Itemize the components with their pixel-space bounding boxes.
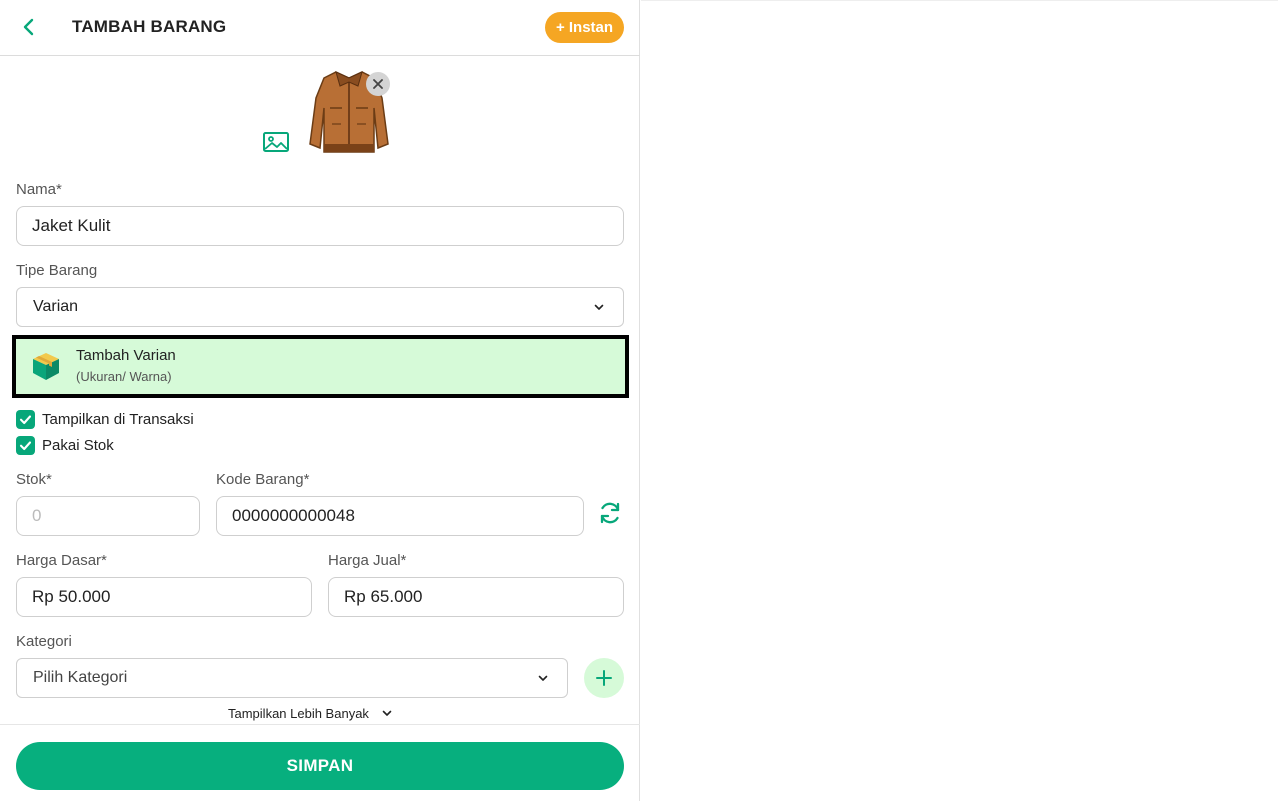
refresh-icon [600,502,620,524]
empty-detail-pane [641,0,1278,801]
kategori-label: Kategori [16,633,72,650]
checkbox-checked [16,435,35,455]
remove-image-button[interactable] [366,72,390,96]
harga-dasar-input[interactable] [16,577,312,617]
stok-label: Stok* [16,471,52,488]
plus-icon [596,670,612,686]
harga-jual-label: Harga Jual* [328,552,407,569]
footer-divider [0,724,640,725]
chevron-down-icon [538,675,548,681]
show-in-transaction-checkbox[interactable]: Tampilkan di Transaksi [16,409,194,429]
instan-button[interactable]: + Instan [545,12,624,43]
image-icon [263,132,289,152]
add-item-panel: TAMBAH BARANG + Instan Nama* Jaket Kulit… [0,0,640,801]
tipe-barang-label: Tipe Barang [16,262,98,279]
harga-jual-input[interactable] [328,577,624,617]
image-area [0,60,640,170]
nama-input[interactable] [16,206,624,246]
regenerate-code-button[interactable] [597,500,623,526]
add-variant-button[interactable]: Tambah Varian (Ukuran/ Warna) [12,335,629,398]
page-title: TAMBAH BARANG [72,17,227,36]
add-image-button[interactable] [262,130,290,154]
tipe-barang-value: Varian [33,298,79,315]
use-stock-checkbox[interactable]: Pakai Stok [16,435,114,455]
checkbox-label: Pakai Stok [42,436,114,454]
show-more-toggle[interactable]: Tampilkan Lebih Banyak [228,704,393,722]
kode-barang-label: Kode Barang* [216,471,310,488]
stok-input[interactable] [16,496,200,536]
kategori-select[interactable]: Pilih Kategori [16,658,568,698]
box-icon [33,353,59,380]
kode-barang-input[interactable] [216,496,584,536]
variant-title: Tambah Varian [76,347,176,364]
tipe-barang-select[interactable]: Varian [16,287,624,327]
chevron-down-icon [382,710,392,716]
nama-label: Nama* [16,181,62,198]
add-category-button[interactable] [584,658,624,698]
checkbox-label: Tampilkan di Transaksi [42,410,194,428]
save-button[interactable]: SIMPAN [16,742,624,790]
header: TAMBAH BARANG + Instan [0,0,640,56]
chevron-down-icon [594,304,604,310]
harga-dasar-label: Harga Dasar* [16,552,107,569]
close-icon [373,79,383,89]
show-more-label: Tampilkan Lebih Banyak [228,705,369,721]
chevron-left-icon [23,18,34,36]
checkbox-checked [16,409,35,429]
kategori-value: Pilih Kategori [33,669,128,686]
back-button[interactable] [16,14,42,40]
variant-subtitle: (Ukuran/ Warna) [76,369,172,384]
check-icon [19,414,32,424]
check-icon [19,440,32,450]
